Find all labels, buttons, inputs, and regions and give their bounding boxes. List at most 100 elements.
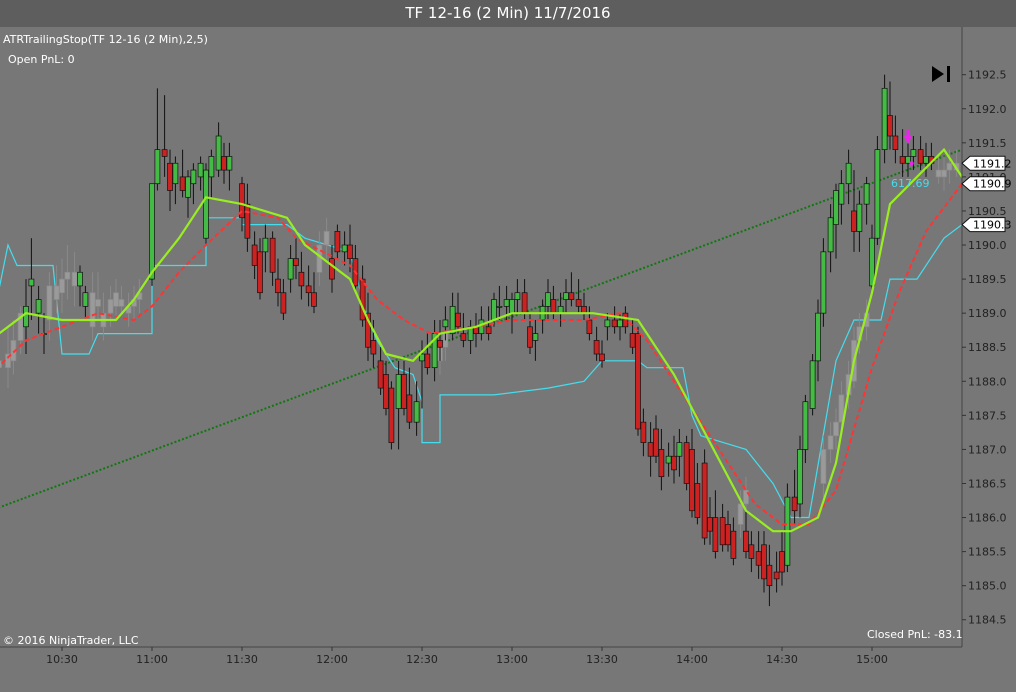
candle-body xyxy=(71,271,78,287)
scroll-to-end-icon[interactable] xyxy=(930,63,954,85)
candle xyxy=(815,299,821,382)
candle-body xyxy=(851,210,857,232)
candle xyxy=(154,88,161,191)
ghost-candle xyxy=(71,251,78,307)
sell-signal-stem xyxy=(906,130,910,137)
candle-body xyxy=(748,544,755,559)
x-tick-label: 12:00 xyxy=(316,653,348,666)
candle xyxy=(35,285,42,334)
y-tick-label: 1191.5 xyxy=(968,137,1007,150)
x-tick-label: 15:00 xyxy=(856,653,888,666)
candle xyxy=(329,245,335,293)
price-chart[interactable]: 1192.51192.01191.51191.01190.51190.01189… xyxy=(0,27,1016,692)
candle xyxy=(658,428,665,491)
y-tick-label: 1189.0 xyxy=(968,307,1007,320)
candle-body xyxy=(113,292,119,307)
ghost-candle xyxy=(827,422,834,464)
candle-body xyxy=(0,360,2,369)
y-tick-label: 1188.0 xyxy=(968,375,1007,388)
candle xyxy=(575,279,582,314)
window-title: TF 12-16 (2 Min) 11/7/2016 xyxy=(0,0,1016,27)
candle-body xyxy=(755,551,762,566)
ghost-candle xyxy=(941,156,947,191)
candle xyxy=(784,483,791,573)
candle-body xyxy=(28,278,35,287)
candle-body xyxy=(827,435,834,450)
y-tick-label: 1186.5 xyxy=(968,477,1007,490)
candle xyxy=(473,313,479,348)
candle-body xyxy=(53,285,60,300)
candle xyxy=(262,224,269,273)
candle-body xyxy=(185,176,191,198)
candle-body xyxy=(370,340,377,355)
candle xyxy=(827,204,834,273)
candle xyxy=(743,510,749,559)
candle-body xyxy=(874,149,881,239)
candle-body xyxy=(910,149,917,157)
candle xyxy=(802,394,809,464)
candle xyxy=(881,74,888,164)
candle-body xyxy=(280,292,287,314)
ghost-candle xyxy=(833,408,839,450)
price-marker: 1190.3 xyxy=(961,217,1012,233)
ghost-candle xyxy=(136,279,143,314)
ghost-candle xyxy=(113,279,119,320)
ghost-candle xyxy=(64,245,71,300)
closed-pnl: Closed PnL: -83.1 xyxy=(867,628,963,641)
candle xyxy=(863,176,870,225)
candle-body xyxy=(707,517,713,532)
candle xyxy=(694,463,701,525)
y-tick-label: 1192.0 xyxy=(968,103,1007,116)
y-tick-label: 1187.0 xyxy=(968,443,1007,456)
candle xyxy=(923,142,929,177)
candle xyxy=(851,170,857,252)
candle-body xyxy=(730,530,737,559)
candle-body xyxy=(154,149,161,185)
candle-body xyxy=(647,442,654,457)
y-tick-label: 1192.5 xyxy=(968,69,1007,82)
candle xyxy=(725,510,731,552)
y-tick-label: 1190.5 xyxy=(968,205,1007,218)
candle xyxy=(251,231,258,280)
sell-signal-arrow xyxy=(904,136,912,145)
ghost-candle xyxy=(323,217,330,259)
candle-body xyxy=(95,299,101,307)
candle xyxy=(568,272,575,307)
candle xyxy=(514,279,521,314)
candle-body xyxy=(838,183,845,205)
candle-body xyxy=(442,319,449,328)
candle xyxy=(586,306,593,341)
candle xyxy=(226,142,233,191)
ghost-candle xyxy=(0,360,2,369)
y-tick-label: 1186.0 xyxy=(968,512,1007,525)
candle xyxy=(215,122,222,177)
candle xyxy=(287,245,294,293)
candle-body xyxy=(665,455,672,464)
candle xyxy=(532,319,539,361)
candle xyxy=(838,170,845,225)
candle xyxy=(779,531,785,586)
candle xyxy=(190,163,197,205)
chart-panel[interactable]: 1192.51192.01191.51191.01190.51190.01189… xyxy=(0,27,1016,692)
candle xyxy=(563,279,569,314)
candle xyxy=(377,347,384,395)
candle-body xyxy=(550,299,557,314)
candle xyxy=(550,285,557,320)
candle xyxy=(77,265,83,307)
price-marker: 1191.2 xyxy=(961,155,1012,171)
candle xyxy=(431,319,438,382)
candle-body xyxy=(485,326,492,334)
x-tick-label: 14:00 xyxy=(676,653,708,666)
x-tick-label: 13:30 xyxy=(586,653,618,666)
candle-body xyxy=(383,374,389,409)
candle-body xyxy=(82,292,89,307)
candle xyxy=(856,190,863,252)
candle-body xyxy=(599,353,605,362)
candle xyxy=(82,285,89,320)
y-tick-label: 1184.5 xyxy=(968,614,1007,627)
candle-body xyxy=(568,292,575,300)
candle xyxy=(208,149,215,198)
y-tick-label: 1185.5 xyxy=(968,546,1007,559)
candle-body xyxy=(89,292,96,328)
candle xyxy=(892,115,899,164)
